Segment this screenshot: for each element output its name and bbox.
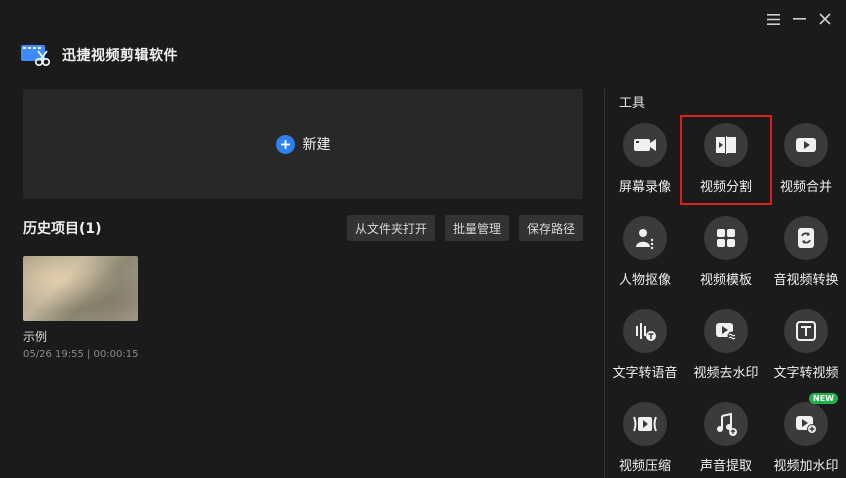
video-camera-icon <box>623 123 667 167</box>
tool-portrait-cutout[interactable]: 人物抠像 <box>605 216 685 288</box>
tool-label: 视频去水印 <box>693 366 759 381</box>
history-title: 历史项目(1) <box>23 221 102 237</box>
plus-circle-icon <box>275 134 295 154</box>
film-split-icon <box>704 123 748 167</box>
template-icon <box>704 216 748 260</box>
tool-remove-watermark[interactable]: 视频去水印 <box>686 309 766 381</box>
tool-video-split[interactable]: 视频分割 <box>686 123 766 195</box>
tool-label: 文字转语音 <box>612 366 678 381</box>
text-to-video-icon <box>784 309 828 353</box>
tool-label: 视频压缩 <box>618 459 671 474</box>
tool-label: 声音提取 <box>699 459 752 474</box>
minimize-icon[interactable] <box>792 12 806 26</box>
tool-label: 屏幕录像 <box>618 180 671 195</box>
tool-label: 文字转视频 <box>773 366 839 381</box>
compress-icon <box>623 402 667 446</box>
close-icon[interactable] <box>818 12 832 26</box>
project-meta: 05/26 19:55 | 00:00:15 <box>23 349 139 360</box>
tool-screen-record[interactable]: 屏幕录像 <box>605 123 685 195</box>
save-path-button[interactable]: 保存路径 <box>518 215 583 241</box>
text-to-speech-icon <box>623 309 667 353</box>
play-merge-icon <box>784 123 828 167</box>
tool-av-convert[interactable]: 音视频转换 <box>766 216 846 288</box>
app-header: 迅捷视频剪辑软件 <box>20 42 178 68</box>
project-name: 示例 <box>23 330 48 344</box>
tool-text-to-speech[interactable]: 文字转语音 <box>605 309 685 381</box>
tools-title: 工具 <box>619 96 646 111</box>
history-actions: 从文件夹打开 批量管理 保存路径 <box>346 215 583 241</box>
batch-manage-button[interactable]: 批量管理 <box>444 215 509 241</box>
window-controls <box>766 12 832 26</box>
tool-video-compress[interactable]: 视频压缩 <box>605 402 685 474</box>
new-project-button[interactable]: 新建 <box>23 89 583 199</box>
history-item[interactable]: 示例 05/26 19:55 | 00:00:15 <box>23 256 139 360</box>
app-title: 迅捷视频剪辑软件 <box>62 48 178 64</box>
open-folder-button[interactable]: 从文件夹打开 <box>346 215 435 241</box>
audio-extract-icon <box>704 402 748 446</box>
portrait-cutout-icon <box>623 216 667 260</box>
tool-label: 视频合并 <box>779 180 832 195</box>
project-thumbnail[interactable] <box>23 256 138 321</box>
add-watermark-icon: NEW <box>784 393 838 446</box>
new-badge: NEW <box>809 393 838 404</box>
remove-watermark-icon <box>704 309 748 353</box>
tool-video-template[interactable]: 视频模板 <box>686 216 766 288</box>
tool-video-merge[interactable]: 视频合并 <box>766 123 846 195</box>
tool-add-watermark[interactable]: NEW 视频加水印 <box>766 393 846 474</box>
tool-audio-extract[interactable]: 声音提取 <box>686 402 766 474</box>
new-project-label: 新建 <box>302 137 331 153</box>
tool-label: 音视频转换 <box>773 273 839 288</box>
tool-label: 视频模板 <box>699 273 752 288</box>
tool-text-to-video[interactable]: 文字转视频 <box>766 309 846 381</box>
tool-label: 视频分割 <box>699 180 752 195</box>
app-logo-icon <box>20 42 50 68</box>
tool-label: 人物抠像 <box>618 273 671 288</box>
tool-label: 视频加水印 <box>773 459 839 474</box>
convert-icon <box>784 216 828 260</box>
menu-icon[interactable] <box>766 12 780 26</box>
